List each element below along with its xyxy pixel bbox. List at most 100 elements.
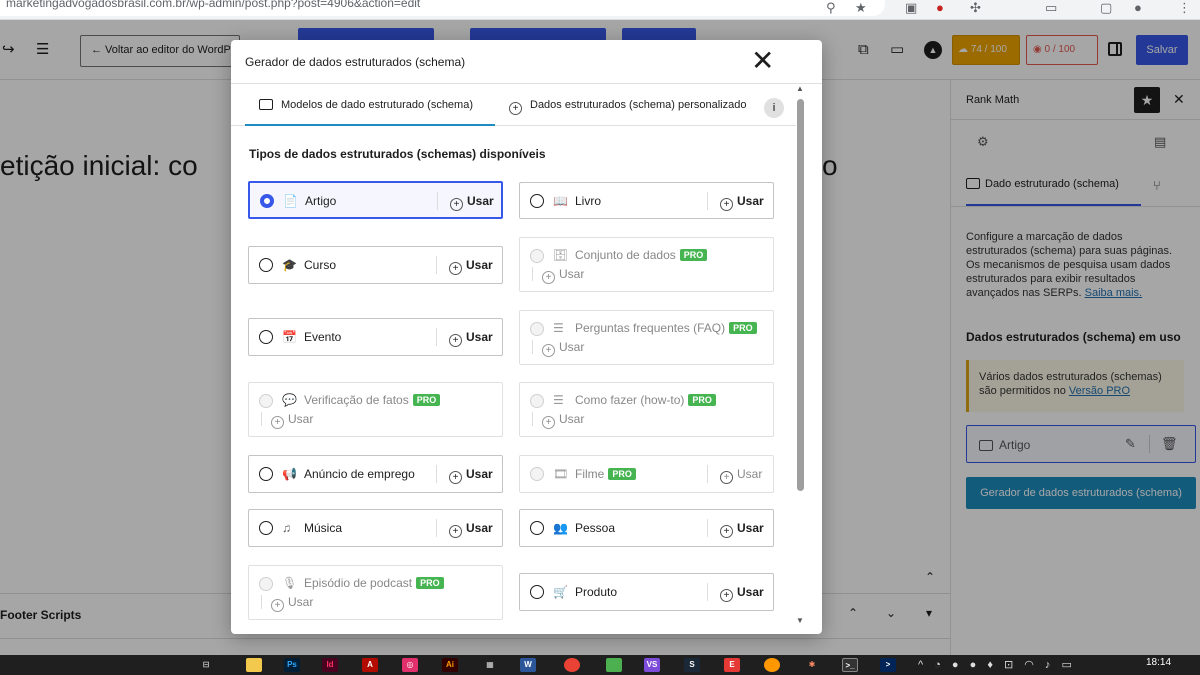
app-icon[interactable] <box>606 658 622 672</box>
use-label: Usar <box>466 521 493 535</box>
use-label: Usar <box>288 595 314 609</box>
clock[interactable]: 18:14 <box>1146 657 1171 668</box>
schema-name-text: Episódio de podcast <box>304 576 413 590</box>
word-icon[interactable]: W <box>520 658 536 672</box>
extension-puzzle-icon[interactable]: ✣ <box>970 1 981 15</box>
use-label: Usar <box>737 194 764 208</box>
use-button[interactable]: + Usar <box>449 258 493 275</box>
visual-studio-icon[interactable]: VS <box>644 658 660 672</box>
radio[interactable] <box>259 258 273 272</box>
divider <box>707 583 708 601</box>
cart-icon: 🛒 <box>553 585 568 599</box>
schema-option-job-posting[interactable]: 📢 Anúncio de emprego + Usar <box>248 455 503 493</box>
plus-circle-icon: + <box>720 471 733 484</box>
use-label: Usar <box>559 267 585 281</box>
instagram-icon[interactable]: ◎ <box>402 658 418 672</box>
tab-schema-templates[interactable]: Modelos de dado estruturado (schema) <box>245 84 495 126</box>
schema-option-podcast-episode: 🎙 Episódio de podcast PRO + Usar <box>248 565 503 620</box>
schema-option-person[interactable]: 👥 Pessoa + Usar <box>519 509 774 547</box>
schema-option-article[interactable]: 📄 Artigo + Usar <box>248 181 503 219</box>
file-explorer-icon[interactable] <box>246 658 262 672</box>
use-button[interactable]: + Usar <box>450 194 494 211</box>
task-view-icon[interactable]: ⊟ <box>198 658 214 672</box>
radio-selected[interactable] <box>260 194 274 208</box>
use-label: Usar <box>466 467 493 481</box>
schema-name: Pessoa <box>575 521 616 535</box>
scroll-down-icon[interactable]: ▼ <box>796 616 804 625</box>
schema-name: Evento <box>304 330 342 344</box>
powershell-icon[interactable]: > <box>880 658 896 672</box>
radio[interactable] <box>530 194 544 208</box>
schema-option-course[interactable]: 🎓 Curso + Usar <box>248 246 503 284</box>
acrobat-icon[interactable]: A <box>362 658 378 672</box>
schema-option-event[interactable]: 📅 Evento + Usar <box>248 318 503 356</box>
app-red-icon[interactable]: E <box>724 658 740 672</box>
music-icon: ♫ <box>282 521 291 535</box>
use-button[interactable]: + Usar <box>449 330 493 347</box>
zoom-icon[interactable]: ⚲ <box>826 1 836 15</box>
divider <box>261 412 262 426</box>
profile-avatar-icon[interactable]: ● <box>1134 1 1142 15</box>
plus-circle-icon: + <box>720 525 733 538</box>
schema-option-music[interactable]: ♫ Música + Usar <box>248 509 503 547</box>
system-tray[interactable]: ^ ◔ ● ● ♦ ⊡ ◠ ♪ ▭ <box>918 658 1076 671</box>
schema-name: Perguntas frequentes (FAQ) PRO <box>575 321 757 335</box>
photoshop-icon[interactable]: Ps <box>284 658 300 672</box>
use-button[interactable]: + Usar <box>720 521 764 538</box>
use-button: + Usar <box>542 340 584 357</box>
scroll-up-icon[interactable]: ▲ <box>796 84 804 93</box>
terminal-icon[interactable]: >_ <box>842 658 858 672</box>
scroll-thumb[interactable] <box>797 99 804 491</box>
radio-disabled <box>530 467 544 481</box>
radio[interactable] <box>259 467 273 481</box>
adblock-icon[interactable]: ● <box>936 1 944 15</box>
use-button[interactable]: + Usar <box>449 521 493 538</box>
schema-name: Episódio de podcast PRO <box>304 576 444 590</box>
plus-circle-icon: + <box>271 416 284 429</box>
pro-badge: PRO <box>688 394 716 406</box>
use-button[interactable]: + Usar <box>720 585 764 602</box>
plus-circle-icon: + <box>509 102 522 115</box>
firefox-icon[interactable] <box>764 658 780 672</box>
radio[interactable] <box>530 585 544 599</box>
tab-custom-schema[interactable]: + Dados estruturados (schema) personaliza… <box>509 84 746 126</box>
list-icon: ☰ <box>553 393 564 407</box>
schema-option-book[interactable]: 📖 Livro + Usar <box>519 182 774 219</box>
chrome-icon[interactable] <box>564 658 580 672</box>
tab-icon[interactable]: ▭ <box>1045 1 1057 15</box>
schema-name: Como fazer (how-to) PRO <box>575 393 716 407</box>
info-icon[interactable]: i <box>764 98 784 118</box>
schema-name: Curso <box>304 258 337 272</box>
use-button[interactable]: + Usar <box>720 194 764 211</box>
use-label: Usar <box>559 412 585 426</box>
indesign-icon[interactable]: Id <box>322 658 338 672</box>
url-text[interactable]: marketingadvogadosbrasil.com.br/wp-admin… <box>6 0 420 10</box>
comment-icon: 💬 <box>282 393 297 407</box>
app-star-icon[interactable]: ✱ <box>804 658 820 672</box>
modal-scrollbar[interactable]: ▲ ▼ <box>794 84 808 634</box>
schema-name-text: Filme <box>575 467 605 481</box>
video-editor-icon[interactable]: ▦ <box>482 658 498 672</box>
address-bar[interactable]: marketingadvogadosbrasil.com.br/wp-admin… <box>0 0 885 16</box>
schema-name: Verificação de fatos PRO <box>304 393 441 407</box>
use-button: + Usar <box>542 267 584 284</box>
steam-icon[interactable]: S <box>684 658 700 672</box>
radio[interactable] <box>530 521 544 535</box>
divider <box>436 328 437 346</box>
bookmark-star-icon[interactable]: ★ <box>855 1 867 15</box>
plus-circle-icon: + <box>271 599 284 612</box>
radio[interactable] <box>259 521 273 535</box>
plus-circle-icon: + <box>450 198 463 211</box>
browser-menu-icon[interactable]: ⋮ <box>1178 1 1191 15</box>
use-button[interactable]: + Usar <box>449 467 493 484</box>
document-icon: 📄 <box>283 194 298 208</box>
schema-name: Produto <box>575 585 618 599</box>
close-icon[interactable]: ✕ <box>751 46 774 76</box>
sidepanel-icon[interactable]: ▢ <box>1100 1 1112 15</box>
illustrator-icon[interactable]: Ai <box>442 658 458 672</box>
pro-badge: PRO <box>608 468 636 480</box>
radio[interactable] <box>259 330 273 344</box>
modal-title: Gerador de dados estruturados (schema) <box>245 55 466 69</box>
extension-icon[interactable]: ▣ <box>905 1 917 15</box>
schema-option-product[interactable]: 🛒 Produto + Usar <box>519 573 774 611</box>
